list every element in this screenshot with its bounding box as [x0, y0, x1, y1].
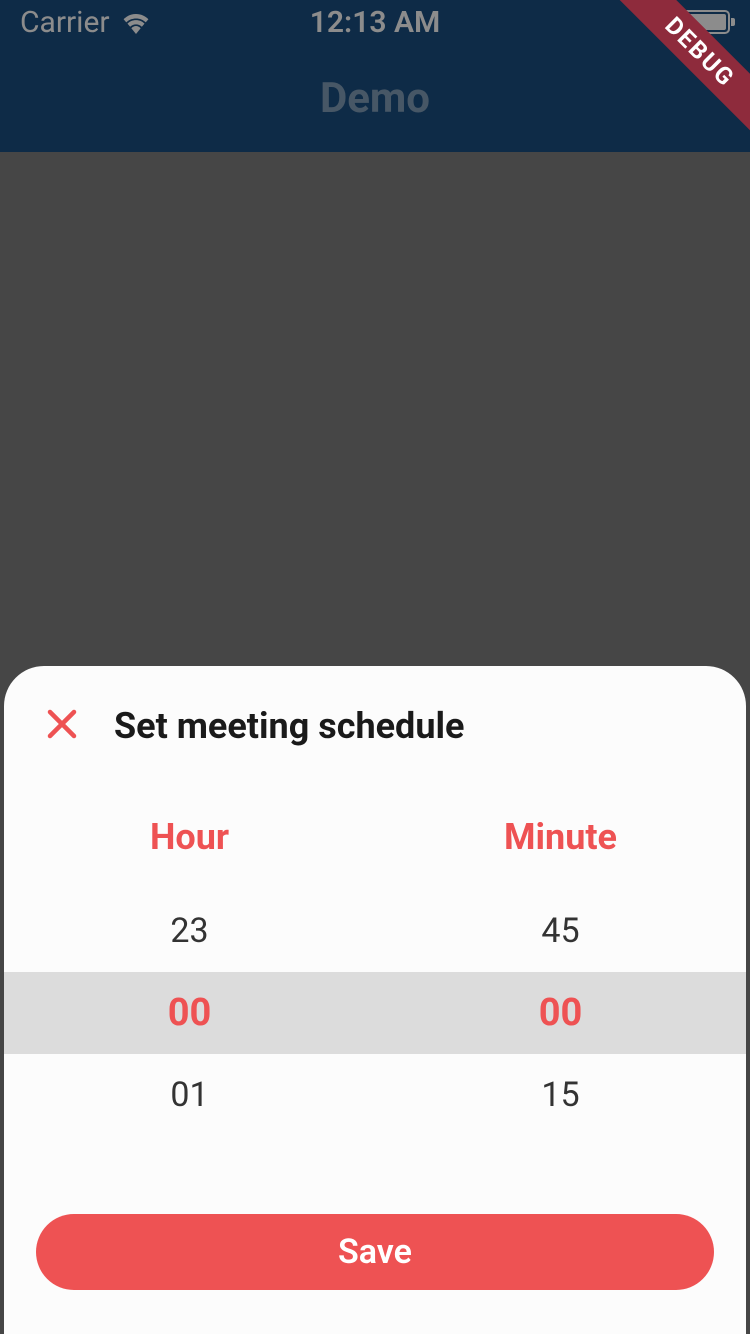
picker-row-prev[interactable]: 23 45 — [4, 890, 746, 972]
minute-selected: 00 — [375, 991, 746, 1035]
sheet-title: Set meeting schedule — [114, 705, 464, 747]
hour-next: 01 — [4, 1075, 375, 1115]
minute-next: 15 — [375, 1075, 746, 1115]
hour-selected: 00 — [4, 991, 375, 1035]
time-picker[interactable]: 23 45 00 00 01 15 — [4, 890, 746, 1136]
close-icon — [44, 706, 80, 746]
picker-row-next[interactable]: 01 15 — [4, 1054, 746, 1136]
picker-labels: Hour Minute — [4, 816, 746, 858]
hour-column-label: Hour — [4, 816, 375, 858]
close-button[interactable] — [40, 704, 84, 748]
picker-row-selected[interactable]: 00 00 — [4, 972, 746, 1054]
save-button[interactable]: Save — [36, 1214, 714, 1290]
minute-column-label: Minute — [375, 816, 746, 858]
sheet-header: Set meeting schedule — [4, 666, 746, 768]
minute-prev: 45 — [375, 911, 746, 951]
hour-prev: 23 — [4, 911, 375, 951]
bottom-sheet: Set meeting schedule Hour Minute 23 45 0… — [4, 666, 746, 1334]
save-area: Save — [4, 1214, 746, 1334]
